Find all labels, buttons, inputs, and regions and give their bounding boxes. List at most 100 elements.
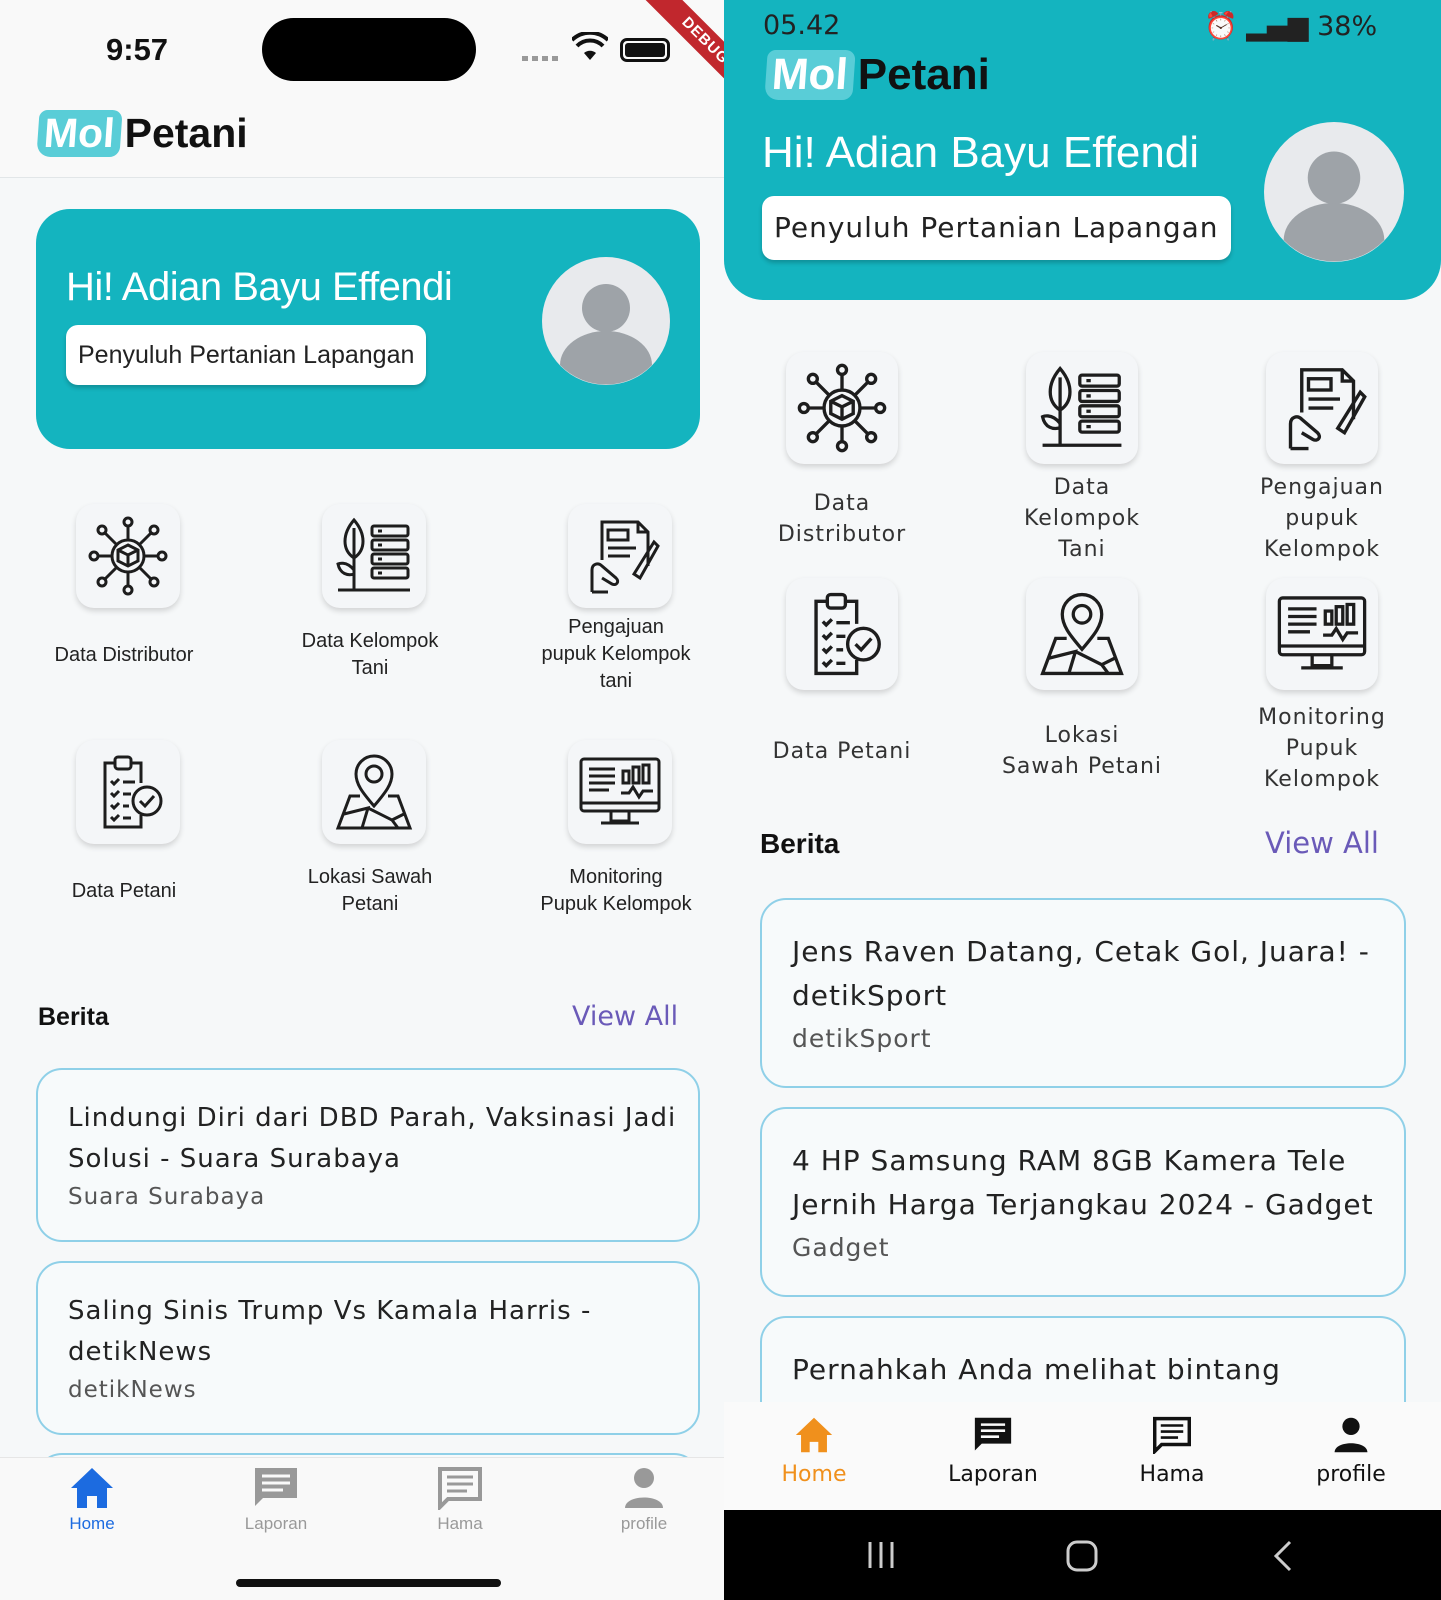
map-pin-icon [322,740,426,844]
menu-lokasi-sawah[interactable]: Lokasi Sawah Petani [962,578,1202,808]
dynamic-island [262,18,476,81]
home-icon [71,1468,113,1508]
news-source: detikNews [68,1377,197,1403]
document-submission-icon [1266,352,1378,464]
news-title: Jens Raven Datang, Cetak Gol, Juara! - d… [792,935,1370,1012]
app-logo: Mol Petani [764,50,990,100]
home-icon [795,1417,833,1453]
tab-label: profile [1316,1462,1386,1487]
menu-label: Lokasi Sawah Petani [307,866,433,915]
tab-profile[interactable]: profile [1271,1416,1431,1487]
logo-petani: Petani [857,50,990,99]
menu-data-kelompok-tani[interactable]: Data Kelompok Tani [270,504,470,714]
status-time: 9:57 [106,32,169,67]
menu-monitoring-pupuk[interactable]: Monitoring Pupuk Kelompok [1202,578,1441,808]
tab-label: Home [69,1514,115,1533]
tab-label: Hama [437,1514,483,1533]
news-card[interactable]: Jens Raven Datang, Cetak Gol, Juara! - d… [760,898,1406,1088]
android-screen: 05.42 ⏰ ▂▄▆ 38% Mol Petani Hi! Adian Bay… [724,0,1441,1600]
menu-lokasi-sawah[interactable]: Lokasi Sawah Petani [270,740,470,950]
menu-label: Monitoring Pupuk Kelompok [1258,705,1386,792]
system-nav-bar [724,1510,1441,1600]
menu-data-kelompok-tani[interactable]: Data Kelompok Tani [962,352,1202,582]
news-section-title: Berita [760,828,840,859]
greeting-text: Hi! Adian Bayu Effendi [762,128,1200,177]
news-title: Pernahkah Anda melihat bintang [792,1353,1281,1386]
menu-data-distributor[interactable]: Data Distributor [24,504,224,714]
menu-label: Monitoring Pupuk Kelompok [540,866,692,915]
logo-petani: Petani [124,110,248,156]
menu-data-distributor[interactable]: Data Distributor [724,352,962,582]
distributor-network-icon [76,504,180,608]
menu-label: Data Petani [772,739,912,764]
home-indicator[interactable] [236,1579,501,1587]
avatar[interactable] [542,257,670,385]
news-title: Lindungi Diri dari DBD Parah, Vaksinasi … [68,1103,677,1174]
menu-label: Data Petani [71,880,177,902]
logo-mol: Mol [36,110,123,157]
tab-home[interactable]: Home [734,1416,894,1487]
monitor-chart-icon [1266,578,1378,690]
signal-icon: ▂▄▆ [1246,11,1309,42]
menu-label: Data Distributor [54,644,194,666]
news-card[interactable]: Lindungi Diri dari DBD Parah, Vaksinasi … [36,1068,700,1242]
battery-percent: 38% [1317,11,1378,42]
tab-label: Home [781,1462,847,1487]
message-icon [255,1468,297,1506]
news-card[interactable]: Saling Sinis Trump Vs Kamala Harris - de… [36,1261,700,1435]
person-icon [625,1468,663,1508]
news-source: Suara Surabaya [68,1184,266,1210]
tab-label: profile [620,1514,668,1533]
news-title: 4 HP Samsung RAM 8GB Kamera Tele Jernih … [792,1144,1374,1221]
map-pin-icon [1026,578,1138,690]
home-nav-icon[interactable] [1066,1540,1098,1572]
menu-label: Data Kelompok Tani [301,630,439,679]
menu-label: Pengajuan pupuk Kelompok tani [541,616,691,692]
tab-profile[interactable]: profile [574,1466,714,1534]
news-source: detikSport [792,1024,932,1053]
menu-data-petani[interactable]: Data Petani [24,740,224,950]
news-section-title: Berita [38,1003,109,1031]
document-submission-icon [568,504,672,608]
menu-label: Lokasi Sawah Petani [1001,723,1163,779]
back-nav-icon[interactable] [1272,1540,1294,1572]
distributor-network-icon [786,352,898,464]
tab-hama[interactable]: Hama [390,1466,530,1534]
avatar[interactable] [1264,122,1404,262]
menu-pengajuan-pupuk[interactable]: Pengajuan pupuk Kelompok [1202,352,1441,582]
tab-laporan[interactable]: Laporan [206,1466,346,1534]
alarm-icon: ⏰ [1204,11,1238,42]
list-message-icon [438,1467,482,1510]
menu-label: Data Kelompok Tani [1023,475,1141,562]
bottom-tab-bar: Home Laporan Hama profile [724,1402,1441,1510]
signal-dots-icon [522,56,562,61]
tab-home[interactable]: Home [22,1466,162,1534]
clipboard-check-icon [76,740,180,844]
menu-data-petani[interactable]: Data Petani [724,578,962,808]
greeting-text: Hi! Adian Bayu Effendi [66,265,453,309]
view-all-link[interactable]: View All [1265,826,1379,860]
wifi-icon [572,32,608,60]
news-title: Saling Sinis Trump Vs Kamala Harris - de… [68,1296,592,1367]
role-badge: Penyuluh Pertanian Lapangan [66,325,427,385]
message-icon [974,1417,1012,1451]
menu-label: Data Distributor [777,491,907,547]
menu-monitoring-pupuk[interactable]: Monitoring Pupuk Kelompok [516,740,716,950]
menu-label: Pengajuan pupuk Kelompok [1260,475,1384,562]
recent-apps-icon[interactable] [866,1540,896,1570]
tab-hama[interactable]: Hama [1092,1416,1252,1487]
app-logo: Mol Petani [36,110,248,157]
news-card[interactable]: 4 HP Samsung RAM 8GB Kamera Tele Jernih … [760,1107,1406,1297]
ios-screen: 9:57 DEBUG Mol Petani Hi! Adian Bayu Eff… [0,0,724,1600]
logo-mol: Mol [764,50,856,100]
plant-database-icon [1026,352,1138,464]
battery-icon [620,38,670,62]
person-icon [1334,1417,1368,1453]
menu-pengajuan-pupuk[interactable]: Pengajuan pupuk Kelompok tani [516,504,716,714]
list-message-icon [1153,1416,1191,1454]
tab-label: Hama [1139,1462,1205,1487]
tab-laporan[interactable]: Laporan [913,1416,1073,1487]
view-all-link[interactable]: View All [572,1001,678,1032]
tab-label: Laporan [244,1514,308,1533]
news-source: Gadget [792,1233,890,1262]
